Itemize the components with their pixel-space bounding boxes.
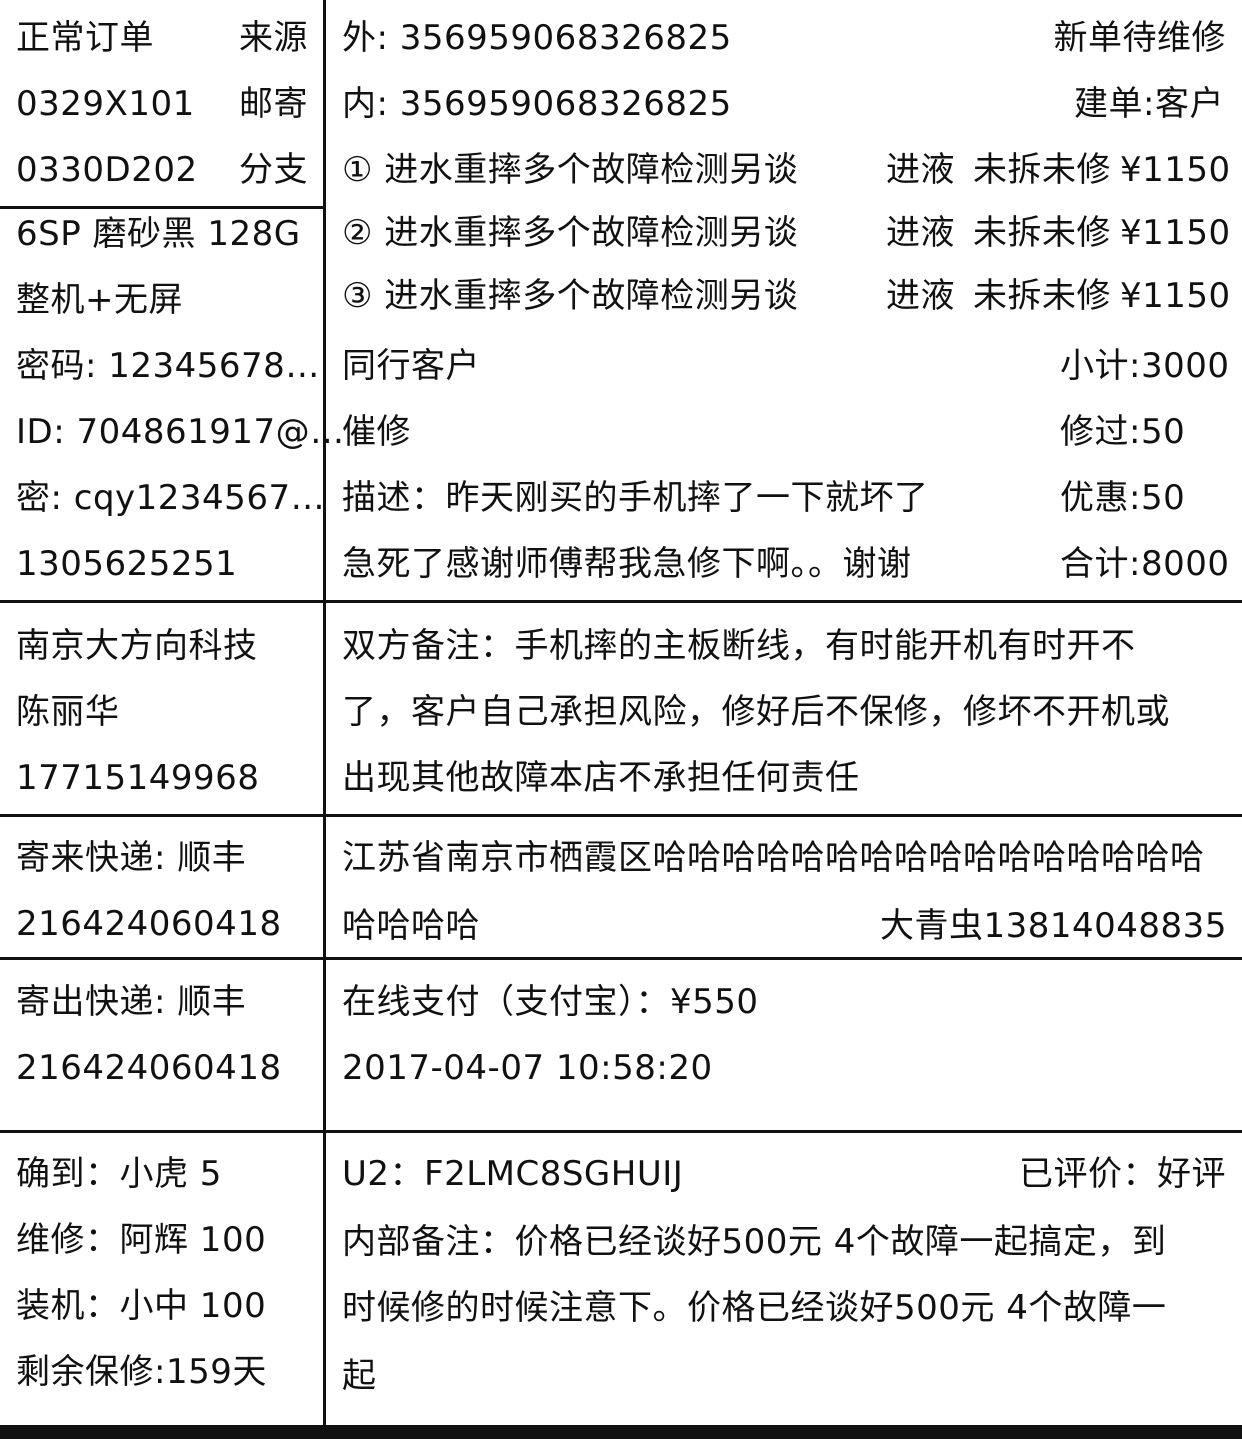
urge-label: 催修 [342, 412, 411, 452]
fault-state: 未拆未修 [973, 213, 1111, 253]
device-password: 密码: 12345678… [16, 346, 320, 386]
customer-name: 陈丽华 [16, 692, 120, 732]
repair-order-sheet: 正常订单 来源 0329X101 邮寄 0330D202 分支 6SP 磨砂黑 … [0, 0, 1242, 1439]
address-line-1: 江苏省南京市栖霞区哈哈哈哈哈哈哈哈哈哈哈哈哈哈哈哈 [342, 838, 1205, 878]
source-label: 来源 [239, 18, 308, 58]
apple-id: ID: 704861917@… [16, 412, 345, 452]
row-divider [0, 1130, 1242, 1133]
shared-remark-line-3: 出现其他故障本店不承担任何责任 [342, 758, 860, 798]
warranty-remaining: 剩余保修:159天 [16, 1352, 267, 1392]
row-divider [0, 957, 1242, 960]
column-divider [323, 0, 326, 1427]
apple-id-password: 密: cqy1234567… [16, 478, 326, 518]
shared-remark-line-2: 了，客户自己承担风险，修好后不保修，修坏不开机或 [342, 692, 1170, 732]
row-divider [0, 206, 323, 209]
address-contact: 大青虫13814048835 [880, 906, 1227, 946]
row-divider [0, 814, 1242, 817]
fault-kind: 进液 [886, 276, 955, 316]
repaired-fee: 修过:50 [1060, 412, 1186, 452]
fault-desc: ① 进水重摔多个故障检测另谈 [342, 150, 799, 190]
total: 合计:8000 [1060, 544, 1230, 584]
inbound-tracking: 216424060418 [16, 904, 282, 944]
payment-time: 2017-04-07 10:58:20 [342, 1048, 713, 1088]
fault-price: ¥1150 [1120, 213, 1231, 253]
shared-remark-line-1: 双方备注：手机摔的主板断线，有时能开机有时开不 [342, 626, 1136, 666]
fault-desc: ③ 进水重摔多个故障检测另谈 [342, 276, 799, 316]
description-line-2: 急死了感谢师傅帮我急修下啊。。谢谢 [342, 544, 912, 584]
u2-code: U2：F2LMC8SGHUIJ [342, 1154, 684, 1194]
internal-note-line-1: 内部备注：价格已经谈好500元 4个故障一起搞定，到 [342, 1222, 1167, 1262]
customer-type: 同行客户 [342, 346, 480, 386]
fault-kind: 进液 [886, 150, 955, 190]
subtotal: 小计:3000 [1060, 346, 1230, 386]
device-model: 6SP 磨砂黑 128G [16, 214, 301, 254]
inbound-carrier: 寄来快递: 顺丰 [16, 838, 247, 878]
fault-price: ¥1150 [1120, 276, 1231, 316]
outbound-carrier: 寄出快递: 顺丰 [16, 982, 247, 1022]
bottom-border [0, 1425, 1242, 1439]
row-divider [0, 600, 1242, 603]
order-status: 新单待维修 [1053, 18, 1226, 58]
staff-confirm: 确到：小虎 5 [16, 1154, 222, 1194]
source-channel: 邮寄 [239, 84, 308, 124]
address-line-2: 哈哈哈哈 [342, 906, 480, 946]
customer-company: 南京大方向科技 [16, 626, 258, 666]
order-code-1: 0329X101 [16, 84, 195, 124]
device-phone: 1305625251 [16, 544, 238, 584]
fault-desc: ② 进水重摔多个故障检测另谈 [342, 213, 799, 253]
discount: 优惠:50 [1060, 478, 1186, 518]
fault-price: ¥1150 [1120, 150, 1231, 190]
order-type: 正常订单 [16, 18, 154, 58]
branch-label: 分支 [239, 150, 308, 190]
created-by: 建单:客户 [1074, 84, 1224, 124]
outbound-tracking: 216424060418 [16, 1048, 282, 1088]
internal-note-line-3: 起 [342, 1356, 377, 1396]
internal-note-line-2: 时候修的时候注意下。价格已经谈好500元 4个故障一 [342, 1288, 1167, 1328]
order-code-2: 0330D202 [16, 150, 198, 190]
staff-repair: 维修：阿辉 100 [16, 1220, 267, 1260]
payment-method: 在线支付（支付宝）：¥550 [342, 982, 759, 1022]
rating-status: 已评价：好评 [1019, 1154, 1226, 1194]
description-line-1: 描述：昨天刚买的手机摔了一下就坏了 [342, 478, 929, 518]
device-package: 整机+无屏 [16, 280, 183, 320]
imei-inner: 内: 356959068326825 [342, 84, 732, 124]
fault-kind: 进液 [886, 213, 955, 253]
customer-phone: 17715149968 [16, 758, 260, 798]
fault-state: 未拆未修 [973, 276, 1111, 316]
fault-state: 未拆未修 [973, 150, 1111, 190]
staff-assemble: 装机：小中 100 [16, 1286, 267, 1326]
imei-outer: 外: 356959068326825 [342, 18, 732, 58]
